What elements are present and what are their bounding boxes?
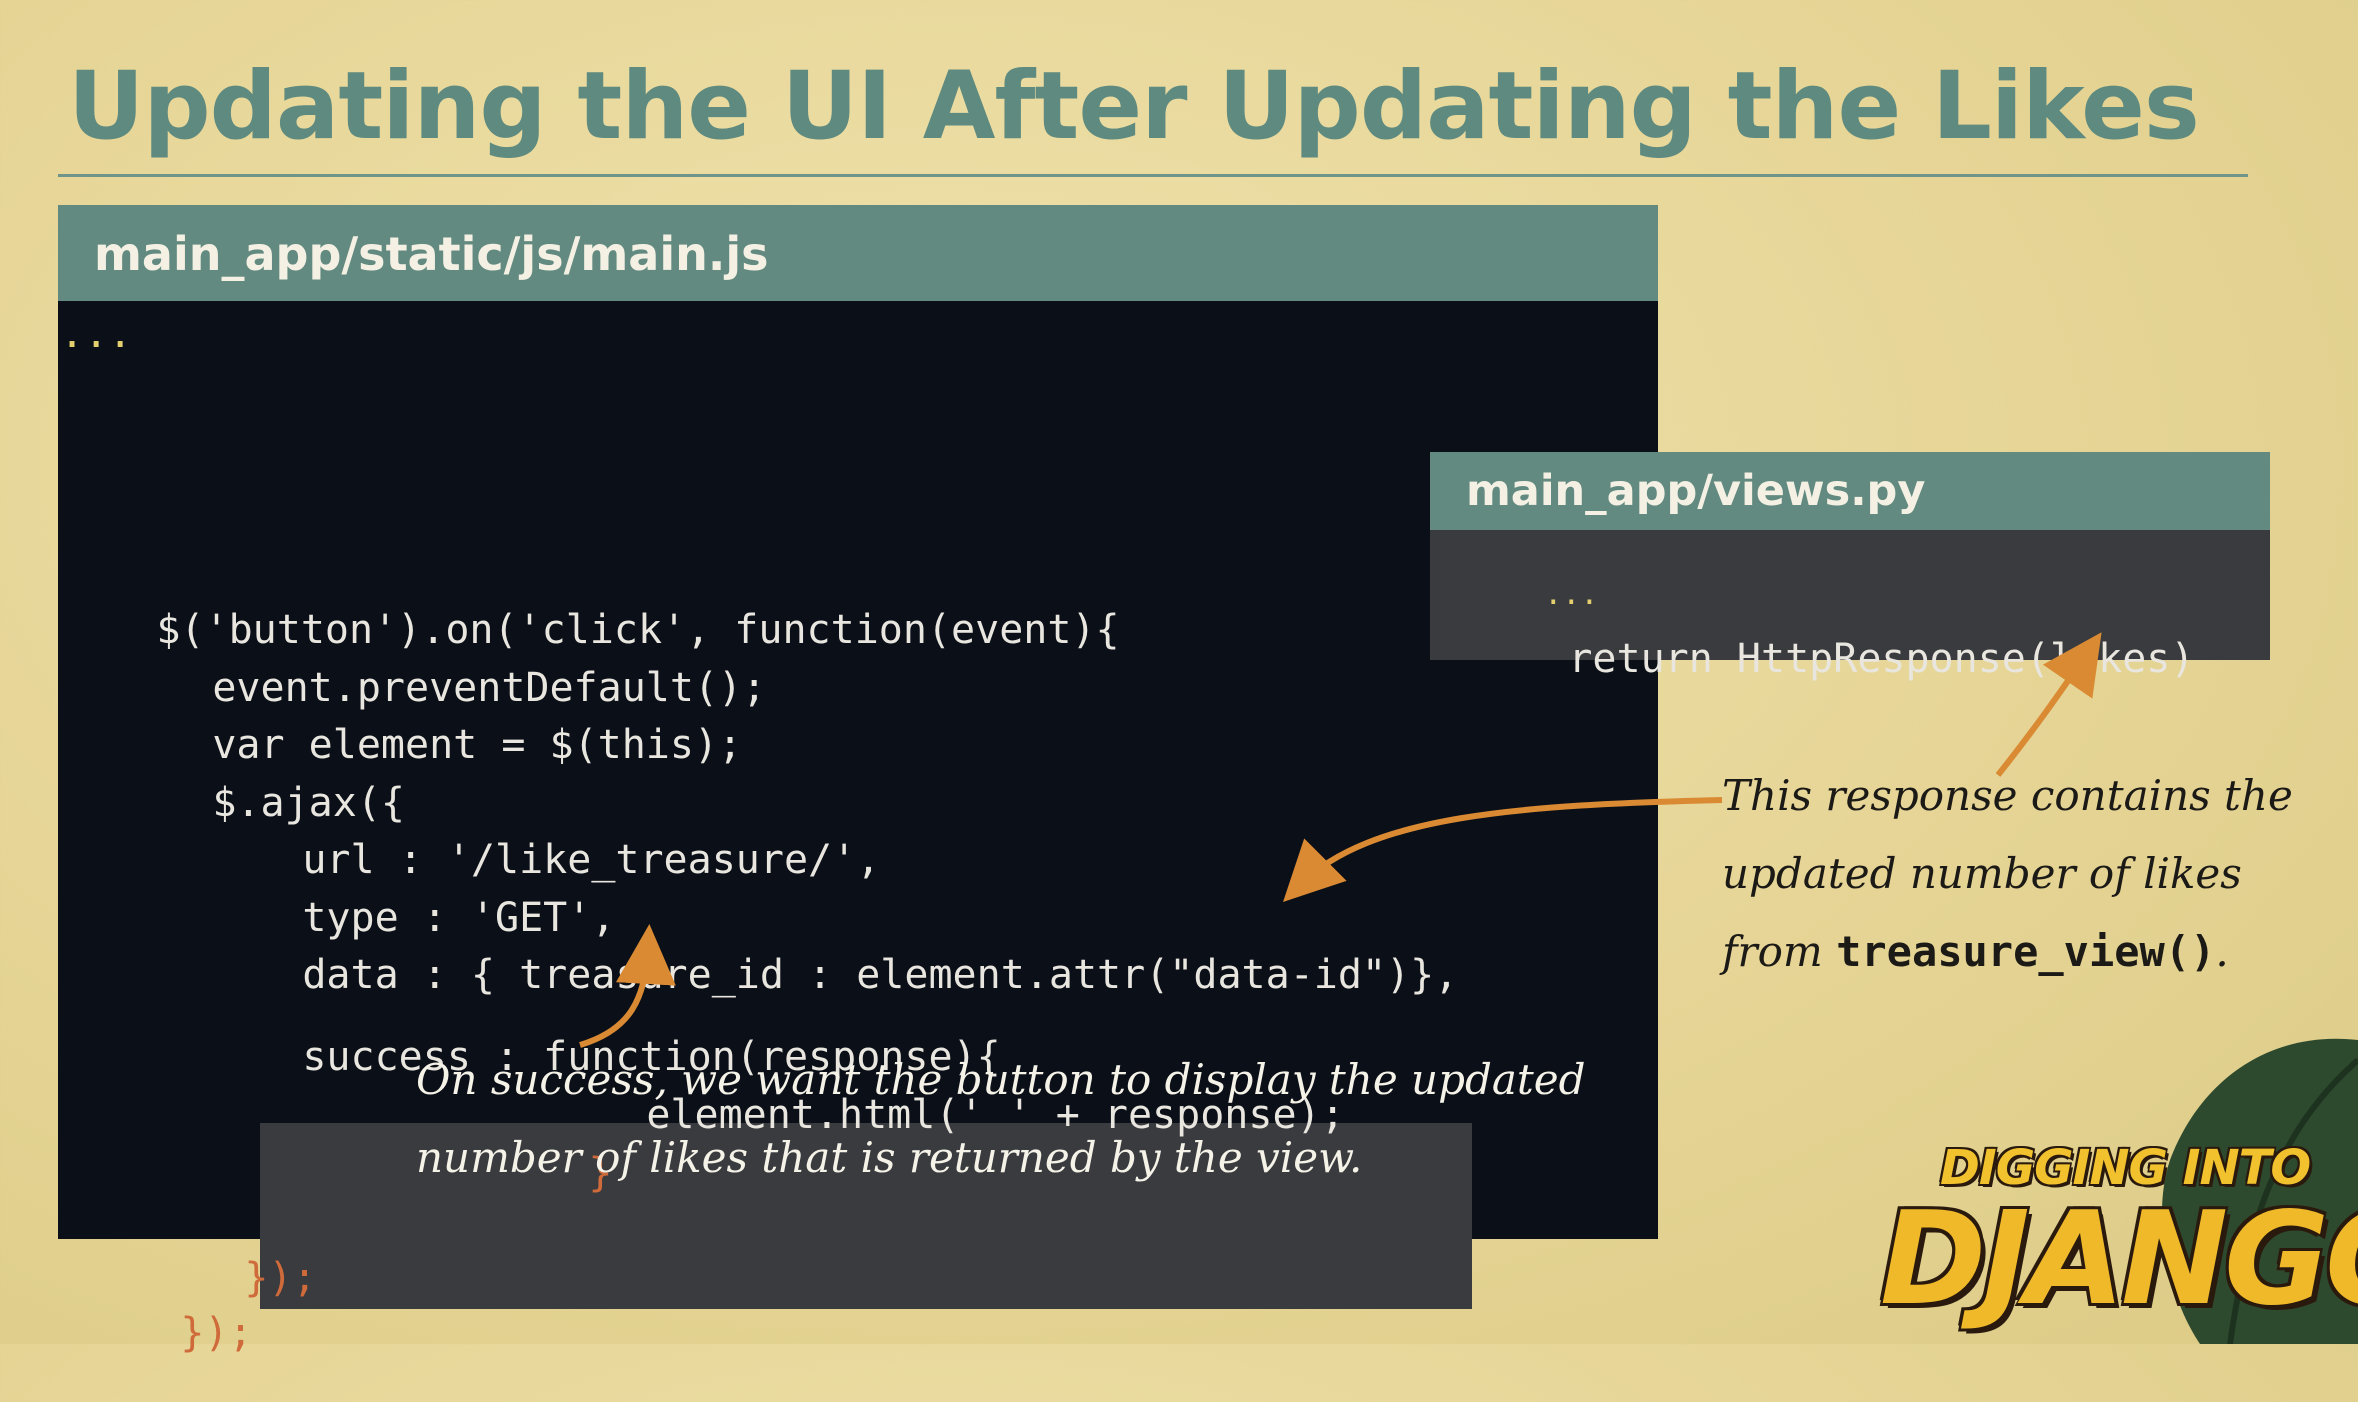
right-annotation: This response contains the updated numbe… — [1722, 757, 2293, 991]
py-line-return: return HttpResponse(likes) — [1472, 590, 2194, 728]
code-line-12-text: }); — [180, 1310, 253, 1356]
py-file-header: main_app/views.py — [1430, 452, 2270, 530]
py-line-1-text: return HttpResponse(likes) — [1568, 636, 2195, 682]
right-annotation-line-2: updated number of likes — [1722, 849, 2242, 898]
code-text: ... — [60, 311, 133, 357]
title-divider — [58, 174, 2248, 177]
digging-into-django-logo: DIGGING INTO DJANGO — [1870, 1060, 2358, 1334]
js-code-panel: ... $('button').on('click', function(eve… — [58, 301, 1658, 1356]
code-line-11-text: }); — [244, 1255, 317, 1301]
right-annotation-line-3-suffix: . — [2215, 927, 2229, 976]
right-annotation-line-1: This response contains the — [1722, 771, 2293, 820]
py-code-panel: ... return HttpResponse(likes) — [1430, 530, 2270, 682]
bottom-annotation: On success, we want the button to displa… — [416, 1041, 1586, 1197]
code-line-12: }); — [84, 1264, 253, 1402]
right-annotation-code: treasure_view() — [1836, 927, 2216, 976]
logo-main-text: DJANGO — [1880, 1185, 2358, 1334]
js-file-header: main_app/static/js/main.js — [58, 205, 1658, 301]
right-annotation-line-3-prefix: from — [1722, 927, 1823, 976]
slide-title: Updating the UI After Updating the Likes — [68, 52, 2200, 161]
bottom-annotation-line-2: number of likes that is returned by the … — [416, 1133, 1363, 1182]
code-line-ellipsis: ... — [58, 301, 154, 439]
bottom-annotation-line-1: On success, we want the button to displa… — [416, 1055, 1586, 1104]
